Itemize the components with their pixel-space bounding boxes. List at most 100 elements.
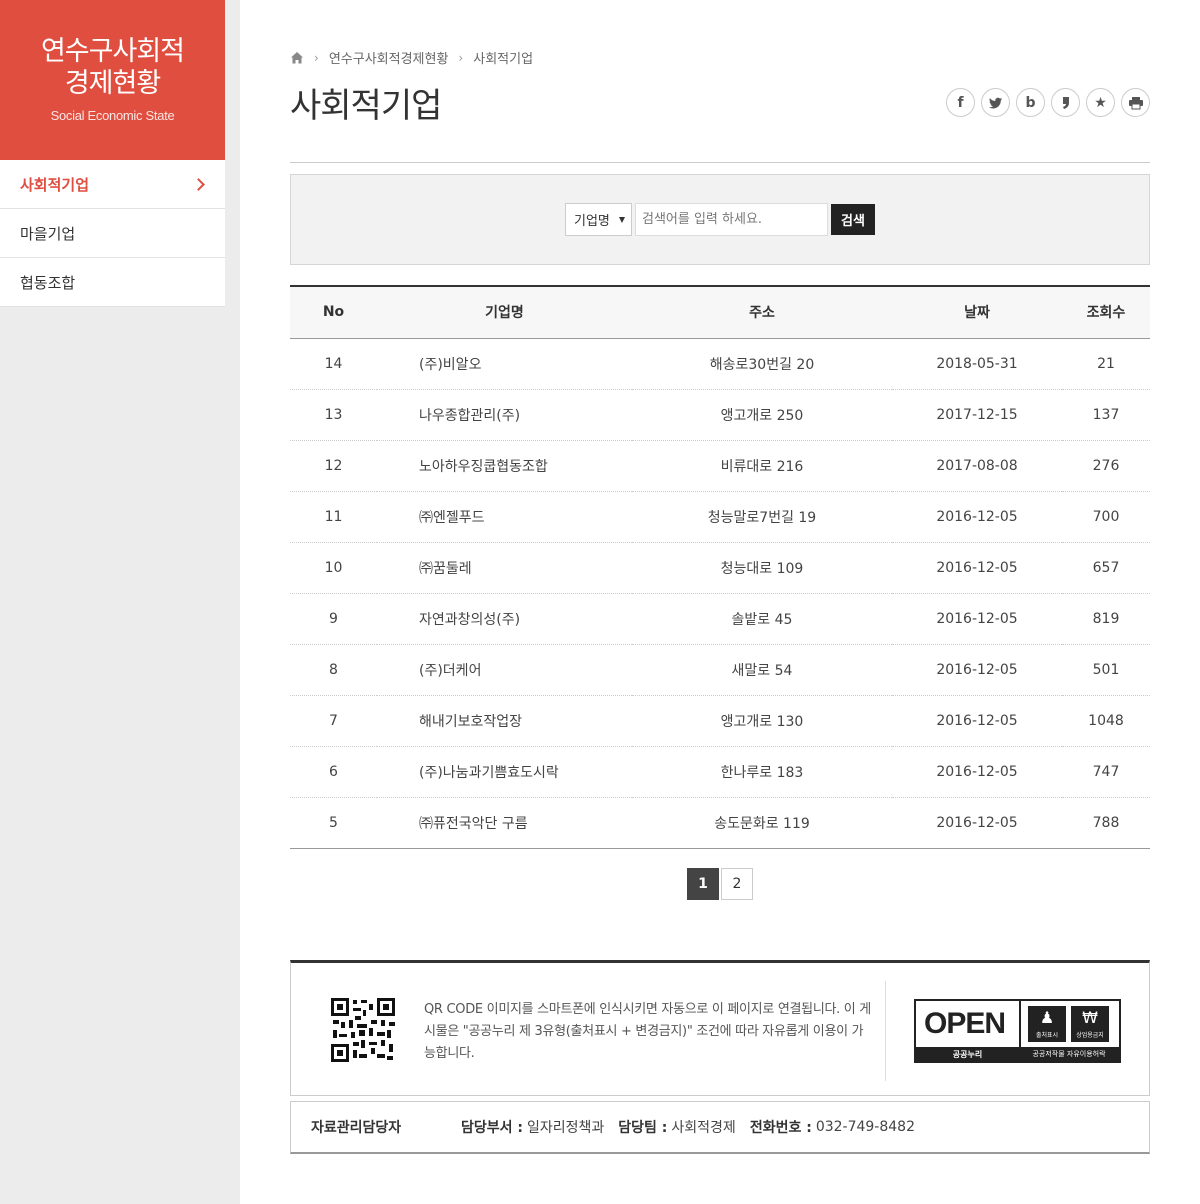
- table-row[interactable]: 14 (주)비알오 해송로30번길 20 2018-05-31 21: [290, 338, 1150, 389]
- enterprise-address-cell: 비류대로 216: [632, 440, 892, 491]
- enterprise-name[interactable]: (주)나눔과기쁨효도시락: [419, 765, 559, 781]
- enterprise-name[interactable]: 자연과창의성(주): [419, 612, 520, 628]
- enterprise-address: 솔밭로 45: [731, 611, 793, 628]
- badge-bar-left: 공공누리: [952, 1049, 983, 1059]
- table-row[interactable]: 5 ㈜퓨전국악단 구름 송도문화로 119 2016-12-05 788: [290, 797, 1150, 848]
- row-views: 747: [1092, 763, 1120, 780]
- row-number: 12: [324, 457, 343, 474]
- row-views: 1048: [1088, 712, 1124, 729]
- enterprise-name-cell: ㈜엔젤푸드: [377, 491, 632, 542]
- breadcrumb: › 연수구사회적경제현황 › 사회적기업: [290, 48, 533, 67]
- sidebar-item-cooperative[interactable]: 협동조합: [0, 258, 225, 307]
- row-number-cell: 10: [290, 542, 377, 593]
- row-number-cell: 8: [290, 644, 377, 695]
- enterprise-name[interactable]: 나우종합관리(주): [419, 408, 520, 424]
- enterprise-name-cell: (주)비알오: [377, 338, 632, 389]
- contact-info: 자료관리담당자 담당부서 : 일자리정책과 담당팀 : 사회적경제 전화번호 :…: [290, 1101, 1150, 1154]
- enterprise-address: 앵고개로 130: [720, 713, 804, 730]
- row-number-cell: 9: [290, 593, 377, 644]
- enterprise-name-cell: (주)나눔과기쁨효도시락: [377, 746, 632, 797]
- sidebar-item-label: 협동조합: [20, 273, 76, 292]
- sidebar-header: 연수구사회적 경제현황 Social Economic State: [0, 0, 225, 160]
- row-number-cell: 5: [290, 797, 377, 848]
- table-row[interactable]: 8 (주)더케어 새말로 54 2016-12-05 501: [290, 644, 1150, 695]
- row-date: 2018-05-31: [936, 355, 1018, 372]
- enterprise-table: No 기업명 주소 날짜 조회수 14 (주)비알오 해송로30번길 20 2018-…: [290, 285, 1150, 849]
- enterprise-address-cell: 앵고개로 250: [632, 389, 892, 440]
- phone-key: 전화번호 :: [749, 1120, 812, 1136]
- attribution-label: 출처표시: [1035, 1032, 1059, 1039]
- row-views: 276: [1092, 457, 1120, 474]
- twitter-icon[interactable]: [981, 88, 1010, 117]
- table-row[interactable]: 9 자연과창의성(주) 솔밭로 45 2016-12-05 819: [290, 593, 1150, 644]
- row-number: 7: [329, 712, 338, 729]
- row-views: 819: [1092, 610, 1120, 627]
- row-date: 2016-12-05: [936, 814, 1018, 831]
- enterprise-name[interactable]: ㈜퓨전국악단 구름: [419, 816, 528, 832]
- page-button-1[interactable]: 1: [687, 868, 719, 900]
- row-date: 2016-12-05: [936, 763, 1018, 780]
- row-views-cell: 276: [1062, 440, 1150, 491]
- favorite-icon[interactable]: ★: [1086, 88, 1115, 117]
- table-row[interactable]: 12 노아하우징쿱협동조합 비류대로 216 2017-08-08 276: [290, 440, 1150, 491]
- row-views-cell: 1048: [1062, 695, 1150, 746]
- enterprise-address-cell: 한나루로 183: [632, 746, 892, 797]
- row-number-cell: 11: [290, 491, 377, 542]
- sidebar-subtitle: Social Economic State: [50, 108, 175, 123]
- page-button-2[interactable]: 2: [721, 868, 753, 900]
- row-views: 657: [1092, 559, 1120, 576]
- band-icon[interactable]: b: [1016, 88, 1045, 117]
- row-date-cell: 2017-08-08: [892, 440, 1062, 491]
- contact-label: 자료관리담당자: [311, 1120, 402, 1136]
- sidebar-title: 연수구사회적 경제현황: [40, 36, 185, 99]
- table-row[interactable]: 10 ㈜꿈둘레 청능대로 109 2016-12-05 657: [290, 542, 1150, 593]
- row-views-cell: 819: [1062, 593, 1150, 644]
- sidebar-item-social-enterprise[interactable]: 사회적기업: [0, 160, 225, 209]
- search-panel: 기업명 검색: [290, 174, 1150, 265]
- enterprise-name[interactable]: (주)더케어: [419, 663, 481, 679]
- row-number-cell: 12: [290, 440, 377, 491]
- enterprise-name[interactable]: ㈜엔젤푸드: [419, 510, 485, 526]
- table-row[interactable]: 13 나우종합관리(주) 앵고개로 250 2017-12-15 137: [290, 389, 1150, 440]
- table-row[interactable]: 11 ㈜엔젤푸드 청능말로7번길 19 2016-12-05 700: [290, 491, 1150, 542]
- row-views: 21: [1097, 355, 1115, 372]
- enterprise-name[interactable]: ㈜꿈둘레: [419, 561, 472, 577]
- breadcrumb-item[interactable]: 사회적기업: [473, 48, 533, 67]
- pagination: 1 2: [290, 868, 1150, 900]
- enterprise-name-cell: (주)더케어: [377, 644, 632, 695]
- row-views-cell: 501: [1062, 644, 1150, 695]
- sidebar-item-village-enterprise[interactable]: 마을기업: [0, 209, 225, 258]
- share-bar: f b ★: [940, 88, 1150, 117]
- search-input[interactable]: [635, 203, 828, 236]
- home-icon[interactable]: [290, 51, 304, 65]
- row-date-cell: 2016-12-05: [892, 797, 1062, 848]
- enterprise-name[interactable]: 노아하우징쿱협동조합: [419, 459, 548, 475]
- enterprise-address: 비류대로 216: [720, 458, 804, 475]
- kakaostory-icon[interactable]: [1051, 88, 1080, 117]
- row-number: 11: [324, 508, 343, 525]
- row-number-cell: 7: [290, 695, 377, 746]
- enterprise-name[interactable]: 해내기보호작업장: [419, 714, 522, 730]
- enterprise-address: 청능말로7번길 19: [707, 509, 817, 526]
- enterprise-address: 새말로 54: [731, 662, 793, 679]
- row-views-cell: 788: [1062, 797, 1150, 848]
- table-row[interactable]: 6 (주)나눔과기쁨효도시락 한나루로 183 2016-12-05 747: [290, 746, 1150, 797]
- enterprise-address: 한나루로 183: [720, 764, 804, 781]
- enterprise-name[interactable]: (주)비알오: [419, 357, 481, 373]
- row-views-cell: 137: [1062, 389, 1150, 440]
- breadcrumb-item[interactable]: 연수구사회적경제현황: [329, 48, 449, 67]
- license-notice-text: QR CODE 이미지를 스마트폰에 인식시키면 자동으로 이 페이지로 연결됩…: [424, 1002, 871, 1061]
- column-header-name: 기업명: [485, 305, 524, 322]
- table-row[interactable]: 7 해내기보호작업장 앵고개로 130 2016-12-05 1048: [290, 695, 1150, 746]
- search-category-select[interactable]: 기업명: [565, 203, 632, 236]
- dept-key: 담당부서 :: [461, 1120, 523, 1136]
- table-header-row: No 기업명 주소 날짜 조회수: [290, 286, 1150, 338]
- row-date: 2016-12-05: [936, 610, 1018, 627]
- search-button[interactable]: 검색: [831, 204, 875, 235]
- facebook-icon[interactable]: f: [946, 88, 975, 117]
- print-icon[interactable]: [1121, 88, 1150, 117]
- enterprise-name-cell: 자연과창의성(주): [377, 593, 632, 644]
- row-date-cell: 2016-12-05: [892, 695, 1062, 746]
- enterprise-address: 해송로30번길 20: [709, 356, 815, 373]
- enterprise-address-cell: 청능말로7번길 19: [632, 491, 892, 542]
